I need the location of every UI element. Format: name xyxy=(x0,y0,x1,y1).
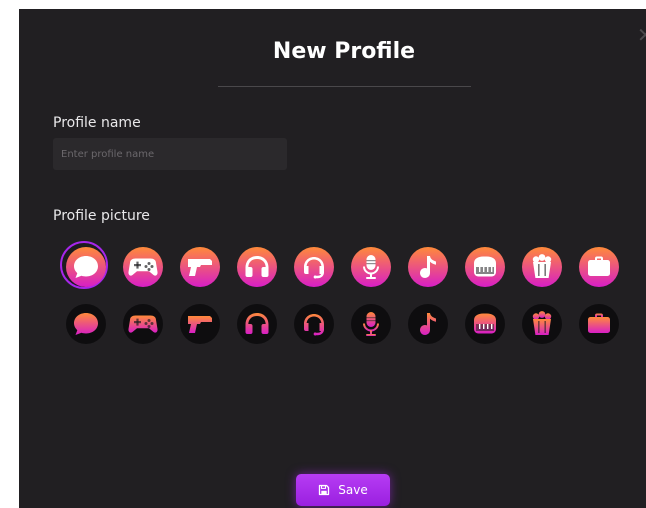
music-note-icon xyxy=(408,247,448,287)
piano-icon xyxy=(465,304,505,344)
headphones-icon xyxy=(237,304,277,344)
chat-bubble-icon xyxy=(66,247,106,287)
avatar-briefcase-dark[interactable] xyxy=(579,304,619,344)
page-title: New Profile xyxy=(272,39,416,64)
avatar-row-dark xyxy=(19,304,639,352)
save-button[interactable]: Save xyxy=(296,474,390,506)
avatar-gun-dark[interactable] xyxy=(180,304,220,344)
avatar-chat-bubble-dark[interactable] xyxy=(66,304,106,344)
headset-icon xyxy=(294,247,334,287)
popcorn-icon xyxy=(522,247,562,287)
avatar-gamepad[interactable] xyxy=(123,247,163,287)
microphone-icon xyxy=(351,247,391,287)
avatar-popcorn-dark[interactable] xyxy=(522,304,562,344)
avatar-music-note[interactable] xyxy=(408,247,448,287)
save-button-label: Save xyxy=(338,483,368,497)
avatar-piano[interactable] xyxy=(465,247,505,287)
avatar-music-note-dark[interactable] xyxy=(408,304,448,344)
gamepad-icon xyxy=(123,304,163,344)
chat-bubble-icon xyxy=(66,304,106,344)
avatar-headphones[interactable] xyxy=(237,247,277,287)
headphones-icon xyxy=(237,247,277,287)
piano-icon xyxy=(465,247,505,287)
avatar-headset[interactable] xyxy=(294,247,334,287)
profile-picture-label: Profile picture xyxy=(53,208,150,224)
avatar-row-light xyxy=(19,241,639,295)
avatar-headset-dark[interactable] xyxy=(294,304,334,344)
new-profile-dialog: ✕ New Profile Profile name Profile pictu… xyxy=(19,9,646,508)
gun-icon xyxy=(180,247,220,287)
avatar-chat-bubble[interactable] xyxy=(60,241,108,289)
microphone-icon xyxy=(351,304,391,344)
profile-name-label: Profile name xyxy=(53,115,141,131)
gun-icon xyxy=(180,304,220,344)
popcorn-icon xyxy=(522,304,562,344)
title-divider xyxy=(218,86,471,87)
avatar-microphone[interactable] xyxy=(351,247,391,287)
avatar-piano-dark[interactable] xyxy=(465,304,505,344)
avatar-popcorn[interactable] xyxy=(522,247,562,287)
profile-name-input[interactable] xyxy=(53,138,287,170)
avatar-gamepad-dark[interactable] xyxy=(123,304,163,344)
briefcase-icon xyxy=(579,304,619,344)
gamepad-icon xyxy=(123,247,163,287)
headset-icon xyxy=(294,304,334,344)
music-note-icon xyxy=(408,304,448,344)
avatar-briefcase[interactable] xyxy=(579,247,619,287)
avatar-gun[interactable] xyxy=(180,247,220,287)
avatar-headphones-dark[interactable] xyxy=(237,304,277,344)
briefcase-icon xyxy=(579,247,619,287)
floppy-disk-icon xyxy=(318,484,330,496)
avatar-microphone-dark[interactable] xyxy=(351,304,391,344)
